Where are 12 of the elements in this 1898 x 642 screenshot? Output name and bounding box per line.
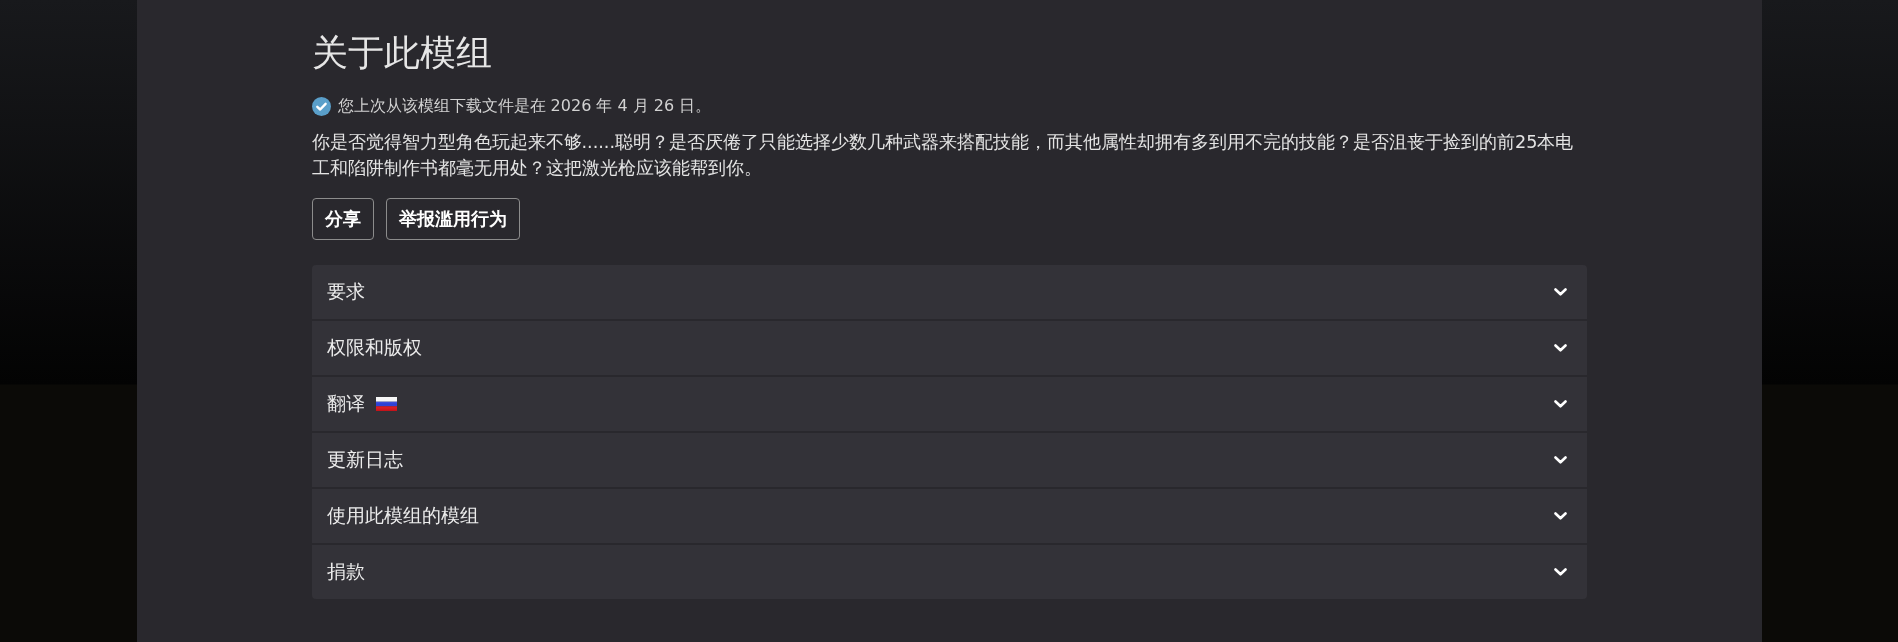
- report-button[interactable]: 举报滥用行为: [385, 198, 520, 240]
- section-title: 关于此模组: [311, 31, 492, 75]
- share-button[interactable]: 分享: [311, 198, 374, 240]
- description-text: 你是否觉得智力型角色玩起来不够......聪明？是否厌倦了只能选择少数几种武器来搭配技能，而其他属性却拥有多到用不完的技能？是否沮丧于捡到的前25本电工和陷阱制作书都毫无用处？这把激光枪应该能帮到你。: [311, 131, 1575, 180]
- accordion-header[interactable]: 更新日志: [311, 433, 1587, 487]
- accordion-header[interactable]: 要求: [311, 265, 1587, 319]
- accordion-header[interactable]: 使用此模组的模组: [311, 489, 1587, 543]
- download-notice: 您上次从该模组下载文件是在 2026 年 4 月 26 日。: [337, 95, 712, 117]
- accordion-header[interactable]: 捐款: [311, 545, 1587, 599]
- accordion-header[interactable]: 权限和版权: [311, 321, 1587, 375]
- check-circle-icon: [311, 96, 331, 116]
- accordion-header[interactable]: 翻译: [311, 377, 1587, 431]
